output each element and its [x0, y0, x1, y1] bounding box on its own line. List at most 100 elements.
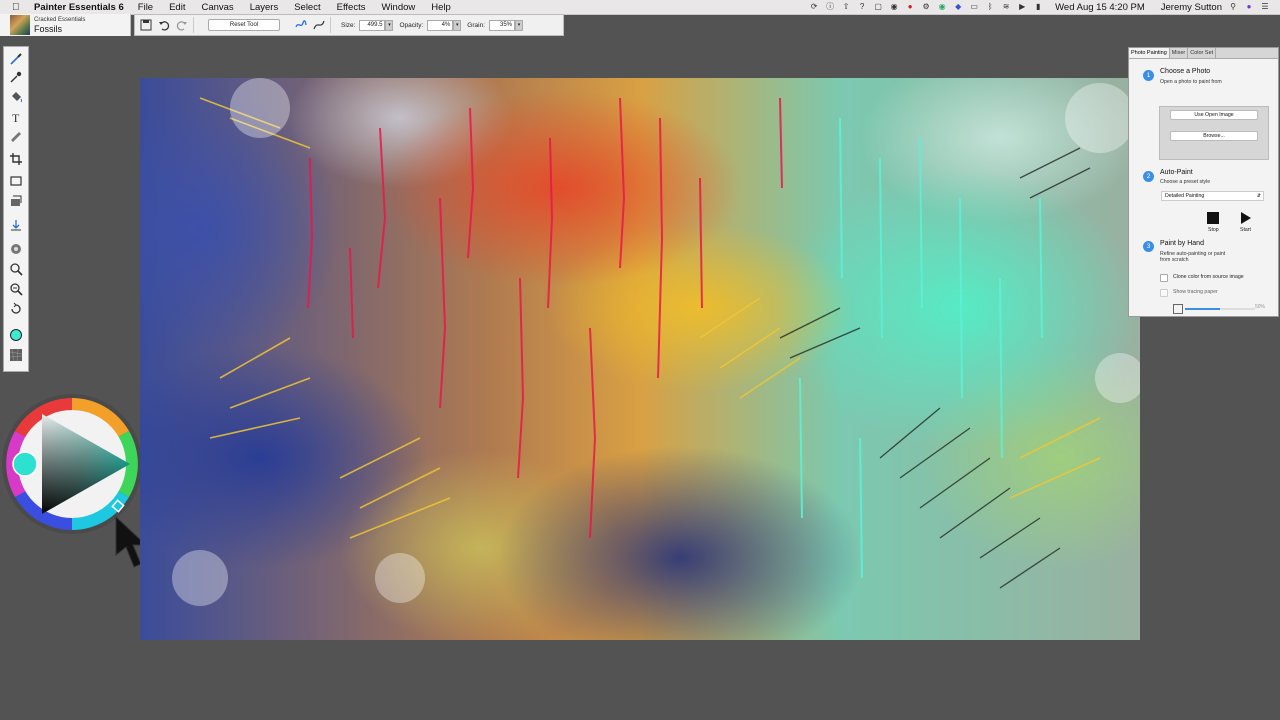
main-color-swatch[interactable] [7, 327, 25, 343]
apple-menu-icon[interactable]:  [12, 2, 24, 13]
property-bar: Reset Tool Size: 499.5 ▾ Opacity: 4% ▾ G… [134, 14, 564, 36]
gear-icon[interactable]: ⚙ [921, 2, 931, 12]
dropbox-icon[interactable]: ◆ [953, 2, 963, 12]
brush-tool-icon[interactable] [7, 51, 25, 67]
menu-bar:  Painter Essentials 6 File Edit Canvas … [0, 0, 1280, 15]
menu-select[interactable]: Select [294, 2, 320, 13]
chrome-icon[interactable]: ◉ [937, 2, 947, 12]
ruler-tool-icon[interactable] [7, 129, 25, 145]
menu-edit[interactable]: Edit [169, 2, 185, 13]
app-menu[interactable]: Painter Essentials 6 [34, 2, 124, 13]
reset-tool-button[interactable]: Reset Tool [208, 19, 280, 31]
painting-canvas[interactable] [140, 78, 1140, 640]
rectangle-select-tool-icon[interactable] [7, 173, 25, 189]
step-2-subtitle: Choose a preset style [1160, 179, 1211, 185]
menu-help[interactable]: Help [431, 2, 451, 13]
sync-icon[interactable]: ⟳ [809, 2, 819, 12]
status-menu-area: ⟳ ⓘ ⇧ ? ▢ ◉ ● ⚙ ◉ ◆ ▭ ᛒ ≋ ▶ ▮ Wed Aug 15… [809, 0, 1270, 14]
menu-window[interactable]: Window [381, 2, 415, 13]
transform-tool-icon[interactable] [7, 193, 25, 209]
svg-text:T: T [12, 111, 20, 124]
volume-icon[interactable]: ▶ [1017, 2, 1027, 12]
hand-grabber-tool-icon[interactable] [7, 241, 25, 257]
display-icon[interactable]: ▭ [969, 2, 979, 12]
brush-category: Cracked Essentials [34, 16, 86, 23]
chevron-down-icon: ⇵ [1256, 193, 1261, 199]
spotlight-search-icon[interactable]: ⚲ [1228, 2, 1238, 12]
browse-button[interactable]: Browse... [1170, 131, 1258, 141]
show-tracing-checkbox[interactable] [1160, 289, 1168, 297]
step-1-badge: 1 [1143, 70, 1154, 81]
clock[interactable]: Wed Aug 15 4:20 PM [1055, 2, 1145, 13]
tab-mixer[interactable]: Mixer [1170, 48, 1189, 58]
step-3-title: Paint by Hand [1160, 240, 1204, 247]
upload-icon[interactable]: ⇧ [841, 2, 851, 12]
paint-strokes [172, 78, 1140, 606]
size-label: Size: [341, 21, 356, 29]
tab-color-set[interactable]: Color Set [1188, 48, 1217, 58]
opacity-field[interactable]: 4% [427, 19, 454, 31]
use-open-image-button[interactable]: Use Open Image [1170, 110, 1258, 120]
freehand-stroke-icon[interactable] [294, 18, 308, 32]
rotate-page-tool-icon[interactable] [7, 301, 25, 317]
step-3-subtitle-2: from scratch [1160, 257, 1189, 263]
user-menu[interactable]: Jeremy Sutton [1161, 2, 1222, 13]
wifi-icon[interactable]: ≋ [1001, 2, 1011, 12]
save-icon[interactable] [139, 18, 153, 32]
record-icon[interactable]: ● [905, 2, 915, 12]
undo-icon[interactable] [157, 18, 171, 32]
siri-icon[interactable]: ● [1244, 2, 1254, 12]
dropper-tool-icon[interactable] [7, 69, 25, 85]
text-tool-icon[interactable]: T [7, 109, 25, 125]
lock-icon[interactable]: ◉ [889, 2, 899, 12]
paint-bucket-tool-icon[interactable] [7, 89, 25, 105]
size-stepper-icon[interactable]: ▾ [385, 19, 394, 31]
battery-icon[interactable]: ▮ [1033, 2, 1043, 12]
brush-variant: Fossils [34, 23, 63, 34]
start-icon[interactable] [1241, 212, 1251, 224]
auto-paint-style-select[interactable]: Detailed Painting ⇵ [1161, 191, 1264, 201]
tracing-opacity-slider[interactable] [1185, 308, 1255, 310]
zoom-in-tool-icon[interactable] [7, 261, 25, 277]
tracing-paper-icon [1173, 304, 1183, 314]
clone-color-checkbox[interactable] [1160, 274, 1168, 282]
bluetooth-icon[interactable]: ᛒ [985, 2, 995, 12]
crop-tool-icon[interactable] [7, 151, 25, 167]
grain-label: Grain: [467, 21, 485, 29]
current-color-indicator [12, 451, 38, 477]
step-2-badge: 2 [1143, 171, 1154, 182]
clone-color-label: Clone color from source image [1173, 274, 1244, 280]
stop-label: Stop [1208, 227, 1219, 233]
separator [330, 17, 331, 33]
opacity-stepper-icon[interactable]: ▾ [453, 19, 462, 31]
size-field[interactable]: 499.5 [359, 19, 386, 31]
grain-field[interactable]: 35% [489, 19, 515, 31]
info-icon[interactable]: ⓘ [825, 2, 835, 12]
auto-paint-style-value: Detailed Painting [1165, 193, 1205, 199]
step-1-subtitle: Open a photo to paint from [1160, 79, 1222, 85]
toolbox: T [3, 46, 29, 372]
start-label: Start [1240, 227, 1251, 233]
grain-stepper-icon[interactable]: ▾ [515, 19, 523, 31]
step-1-title: Choose a Photo [1160, 68, 1211, 75]
photo-painting-panel: Photo Painting Mixer Color Set 1 Choose … [1128, 47, 1279, 317]
clone-tool-icon[interactable] [7, 217, 25, 233]
menu-layers[interactable]: Layers [250, 2, 279, 13]
tracing-opacity-value: 50% [1255, 304, 1266, 310]
stop-icon[interactable] [1207, 212, 1219, 224]
brush-selector[interactable]: Cracked Essentials Fossils [0, 14, 131, 36]
opacity-label: Opacity: [399, 21, 424, 29]
tab-photo-painting[interactable]: Photo Painting [1129, 48, 1170, 58]
menu-effects[interactable]: Effects [337, 2, 366, 13]
paper-texture-swatch[interactable] [7, 347, 25, 363]
brush-thumbnail[interactable] [10, 15, 30, 35]
zoom-out-tool-icon[interactable] [7, 281, 25, 297]
help-circle-icon[interactable]: ? [857, 2, 867, 12]
notification-center-icon[interactable]: ☰ [1260, 2, 1270, 12]
screen-icon[interactable]: ▢ [873, 2, 883, 12]
straight-stroke-icon[interactable] [312, 18, 326, 32]
menu-canvas[interactable]: Canvas [201, 2, 233, 13]
menu-file[interactable]: File [138, 2, 153, 13]
redo-icon[interactable] [175, 18, 189, 32]
step-3-badge: 3 [1143, 241, 1154, 252]
